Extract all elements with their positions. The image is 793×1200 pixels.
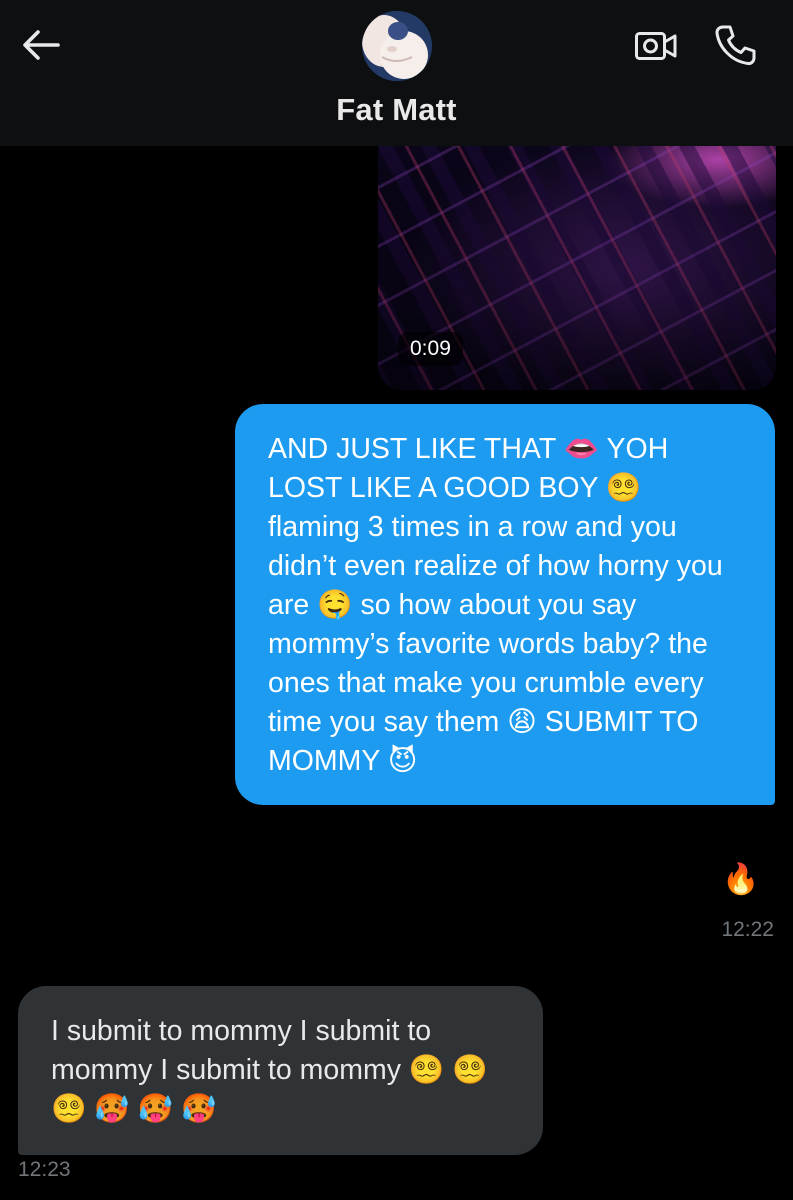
arrow-left-icon — [23, 30, 60, 60]
received-message-bubble[interactable]: I submit to mommy I submit to mommy I su… — [18, 986, 543, 1155]
video-camera-icon — [635, 32, 677, 60]
avatar-image — [362, 11, 432, 81]
video-duration-label: 0:09 — [398, 332, 463, 366]
received-message-timestamp: 12:23 — [18, 1158, 71, 1181]
video-call-button[interactable] — [632, 24, 680, 68]
sent-message-timestamp: 12:22 — [721, 918, 774, 941]
voice-call-button[interactable] — [710, 21, 760, 69]
contact-name[interactable]: Fat Matt — [0, 92, 793, 128]
fire-reaction[interactable]: 🔥 — [722, 860, 759, 900]
conversation-header: Fat Matt — [0, 0, 793, 146]
phone-icon — [715, 25, 756, 66]
video-message[interactable]: 0:09 — [378, 120, 776, 390]
back-button[interactable] — [18, 22, 64, 68]
avatar[interactable] — [362, 11, 432, 81]
sent-message-bubble[interactable]: AND JUST LIKE THAT 👄 YOH LOST LIKE A GOO… — [235, 404, 775, 805]
